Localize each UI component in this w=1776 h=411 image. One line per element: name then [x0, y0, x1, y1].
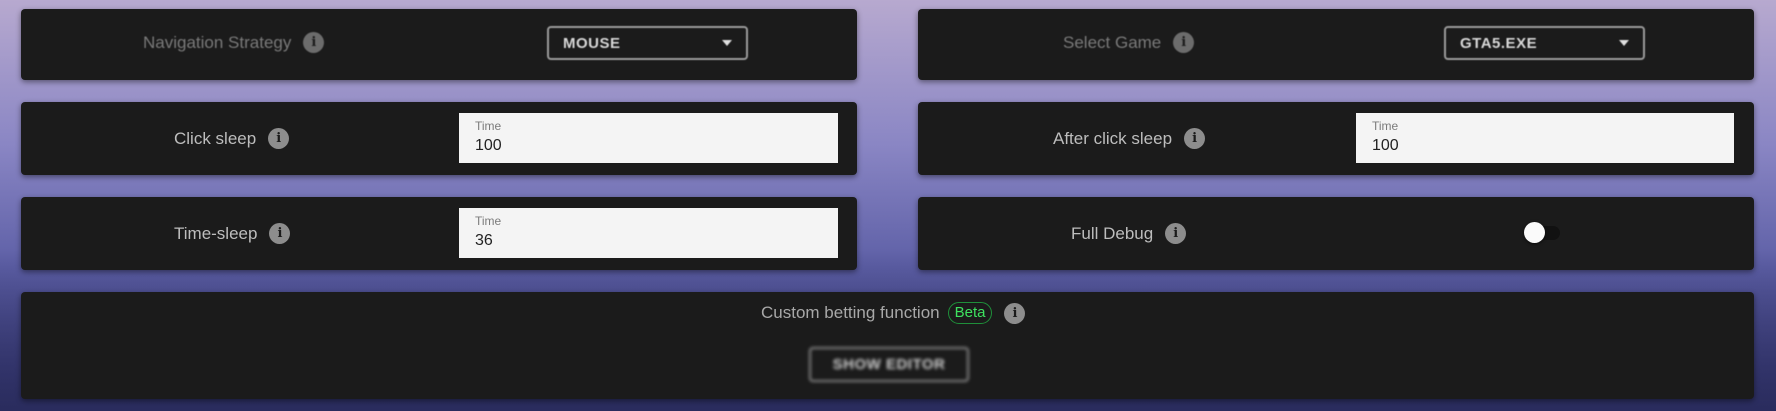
select-game-select[interactable]: GTA5.EXE: [1444, 26, 1645, 60]
click-sleep-field-label: Time: [475, 119, 502, 133]
after-click-sleep-panel: After click sleep i Time 100: [918, 102, 1754, 175]
info-icon[interactable]: i: [1165, 223, 1187, 244]
time-sleep-field-label: Time: [475, 214, 502, 228]
after-click-sleep-field[interactable]: Time 100: [1356, 113, 1734, 163]
toggle-thumb: [1524, 222, 1545, 243]
click-sleep-input[interactable]: 100: [475, 137, 822, 155]
time-sleep-field[interactable]: Time 36: [459, 208, 838, 258]
navigation-strategy-panel: Navigation Strategy i MOUSE: [21, 9, 857, 80]
select-game-label: Select Game: [1063, 32, 1162, 52]
navigation-strategy-label: Navigation Strategy: [143, 32, 292, 52]
select-game-value: GTA5.EXE: [1460, 34, 1538, 52]
full-debug-label: Full Debug: [1071, 223, 1154, 243]
full-debug-toggle[interactable]: [1524, 221, 1564, 245]
time-sleep-input[interactable]: 36: [475, 232, 822, 250]
navigation-strategy-select[interactable]: MOUSE: [547, 26, 748, 60]
after-click-sleep-input[interactable]: 100: [1372, 137, 1718, 155]
show-editor-button[interactable]: SHOW EDITOR: [809, 347, 969, 382]
caret-down-icon: [1619, 40, 1629, 46]
custom-betting-panel: Custom betting function Beta i SHOW EDIT…: [21, 292, 1754, 399]
click-sleep-label: Click sleep: [174, 128, 257, 148]
select-game-panel: Select Game i GTA5.EXE: [918, 9, 1754, 80]
info-icon[interactable]: i: [303, 32, 325, 53]
info-icon[interactable]: i: [268, 128, 290, 149]
info-icon[interactable]: i: [1173, 32, 1195, 53]
info-icon[interactable]: i: [1184, 128, 1206, 149]
navigation-strategy-value: MOUSE: [563, 34, 621, 52]
info-icon[interactable]: i: [269, 223, 291, 244]
after-click-sleep-label: After click sleep: [1053, 128, 1173, 148]
after-click-sleep-field-label: Time: [1372, 119, 1399, 133]
custom-betting-label: Custom betting function: [761, 303, 940, 322]
time-sleep-label: Time-sleep: [174, 223, 258, 243]
caret-down-icon: [722, 40, 732, 46]
click-sleep-field[interactable]: Time 100: [459, 113, 838, 163]
time-sleep-panel: Time-sleep i Time 36: [21, 197, 857, 270]
info-icon[interactable]: i: [1004, 302, 1026, 324]
full-debug-panel: Full Debug i: [918, 197, 1754, 270]
beta-badge: Beta: [947, 302, 993, 324]
click-sleep-panel: Click sleep i Time 100: [21, 102, 857, 175]
